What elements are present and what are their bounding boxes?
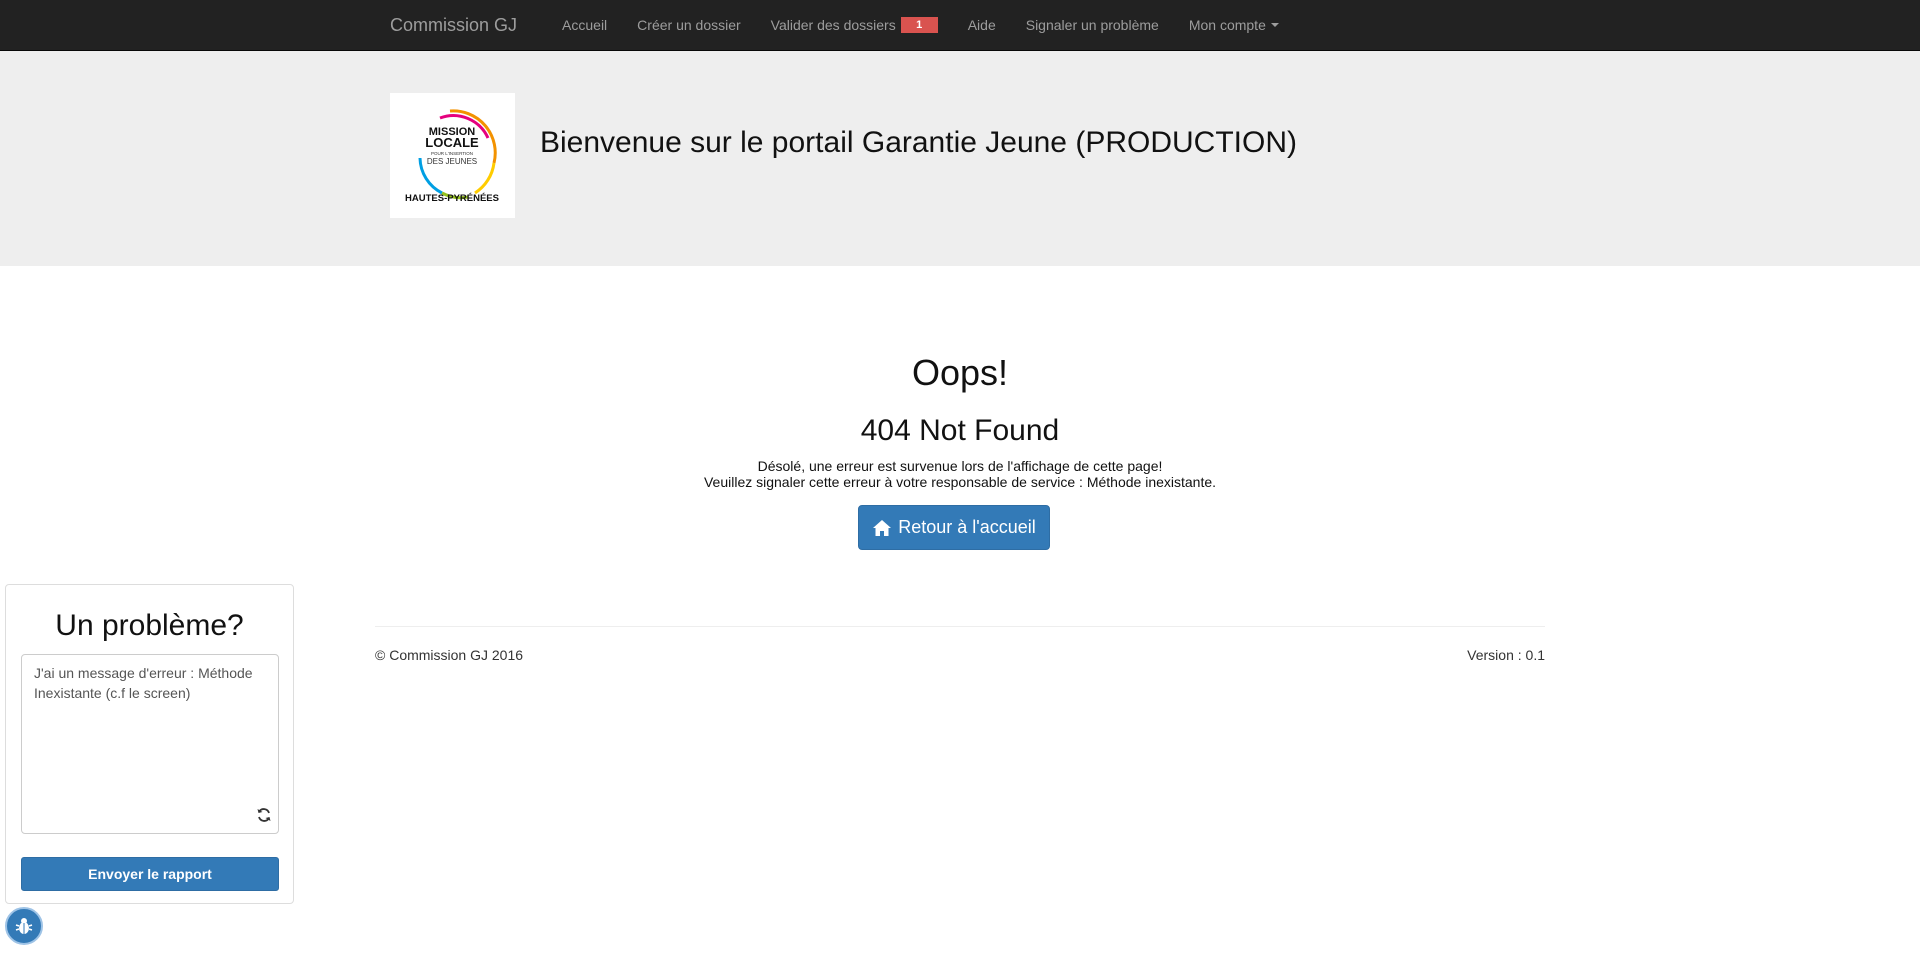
bug-report-toggle[interactable] — [5, 907, 43, 945]
pending-count-badge: 1 — [900, 17, 938, 33]
logo-arcs-icon: MISSION LOCALE POUR L'INSERTION DES JEUN… — [405, 109, 499, 204]
error-message-line: Veuillez signaler cette erreur à votre r… — [703, 474, 1217, 490]
nav-item-label: Accueil — [562, 17, 608, 33]
nav-item-mon-compte[interactable]: Mon compte — [1174, 0, 1294, 50]
footer-copyright: © Commission GJ 2016 — [375, 647, 524, 663]
back-home-label: Retour à l'accueil — [898, 517, 1036, 537]
nav-item-signaler-probleme[interactable]: Signaler un problème — [1011, 0, 1174, 50]
logo-text: POUR L'INSERTION — [431, 151, 473, 156]
nav-item-valider-dossiers[interactable]: Valider des dossiers 1 — [756, 0, 953, 50]
problem-panel-title: Un problème? — [55, 609, 244, 642]
nav-item-label: Créer un dossier — [637, 17, 741, 33]
nav-item-label: Valider des dossiers — [770, 17, 896, 33]
navbar-brand[interactable]: Commission GJ — [375, 15, 532, 36]
bug-icon — [15, 918, 33, 934]
nav-item-label: Mon compte — [1188, 17, 1266, 33]
page-title: Bienvenue sur le portail Garantie Jeune … — [540, 126, 1297, 159]
error-status: 404 Not Found — [860, 414, 1060, 447]
send-report-button[interactable]: Envoyer le rapport — [21, 857, 279, 891]
nav-item-aide[interactable]: Aide — [953, 0, 1011, 50]
caret-down-icon — [1270, 23, 1279, 27]
back-home-button[interactable]: Retour à l'accueil — [858, 505, 1050, 550]
logo-text: DES JEUNES — [427, 157, 477, 166]
error-message: Désolé, une erreur est survenue lors de … — [0, 458, 1920, 490]
nav-item-label: Aide — [967, 17, 996, 33]
footer-version: Version : 0.1 — [1467, 647, 1545, 663]
nav-item-creer-dossier[interactable]: Créer un dossier — [622, 0, 756, 50]
top-navbar: Commission GJ Accueil Créer un dossier V… — [0, 0, 1920, 51]
logo-text: HAUTES-PYRÉNÉES — [405, 193, 499, 204]
problem-report-panel: Un problème? J'ai un message d'erreur : … — [5, 584, 294, 904]
error-heading: Oops! — [911, 352, 1009, 393]
error-message-line: Désolé, une erreur est survenue lors de … — [757, 458, 1163, 474]
mission-locale-logo: MISSION LOCALE POUR L'INSERTION DES JEUN… — [390, 93, 515, 218]
problem-description-textarea[interactable]: J'ai un message d'erreur : Méthode Inexi… — [21, 654, 279, 834]
logo-text: LOCALE — [425, 135, 479, 150]
home-icon — [873, 519, 892, 536]
nav-item-label: Signaler un problème — [1025, 17, 1159, 33]
nav-item-accueil[interactable]: Accueil — [547, 0, 622, 50]
footer-divider — [375, 626, 1545, 627]
refresh-icon[interactable] — [256, 807, 272, 823]
